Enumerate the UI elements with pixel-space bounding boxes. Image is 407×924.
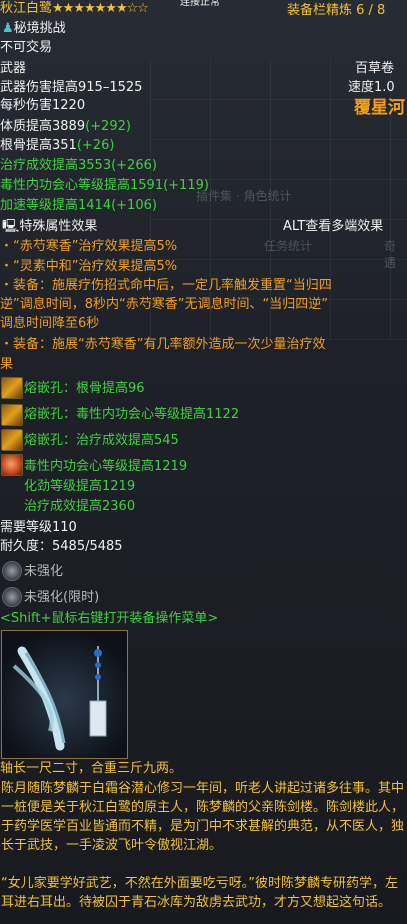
item-tooltip: 插件集 · 角色统计 任务统计 奇遇 秋江白鹭★★★★★★★☆☆ 连接正常 装备… (0, 0, 407, 924)
item-name: 秋江白鹭 (0, 1, 53, 16)
socket-1: 熔嵌孔：根骨提高96 (24, 381, 145, 396)
set-name: 覆星河 (354, 98, 405, 118)
special-effect-3-line-2: 逆”调息时间，8秒内“赤芍寒香”无调息时间、“当归四逆” (0, 297, 328, 312)
special-effects-icon: 🖳 (2, 219, 20, 234)
item-type: 武器 (0, 61, 27, 76)
socket-gem-icon (1, 377, 23, 399)
special-effect-4-line-2: 果 (0, 357, 14, 372)
colored-socket-1: 毒性内功会心等级提高1219 (24, 459, 188, 474)
connection-status: 连接正常 (180, 0, 220, 8)
enhance-timed-status: 未强化(限时) (24, 590, 100, 605)
item-portrait (1, 630, 128, 759)
stat-vitality-bonus: (+292) (85, 119, 131, 134)
socket-gem-icon (1, 404, 23, 426)
alt-view-hint: ALT查看多端效果 (283, 219, 384, 234)
special-effect-3-line-1: ・装备：施展疗伤招式命中后，一定几率触发重置“当归四 (0, 278, 332, 293)
attack-speed: 速度1.0 (348, 80, 395, 95)
stat-haste: 加速等级提高1414 (0, 198, 112, 213)
stat-heal: 治疗成效提高3553 (0, 158, 112, 173)
enhance-icon (2, 561, 22, 581)
stat-crit: 毒性内功会心等级提高1591 (0, 178, 164, 193)
stat-heal-bonus: (+266) (111, 158, 157, 173)
special-effects-title: 特殊属性效果 (19, 219, 98, 234)
special-effect-4-line-1: ・装备：施展“赤芍寒香”有几率额外造成一次少量治疗效 (0, 337, 326, 352)
dps: 每秒伤害1220 (0, 98, 86, 113)
weapon-damage: 武器伤害提高915–1525 (0, 80, 143, 95)
enhance-status: 未强化 (24, 564, 64, 579)
colored-socket-3: 治疗成效提高2360 (24, 499, 136, 514)
background-more-label: 奇遇 (384, 239, 397, 270)
durability: 耐久度：5485/5485 (0, 539, 123, 554)
source-tag: 秘境挑战 (13, 21, 66, 36)
lore-paragraph-2: “女儿家要学好武艺，不然在外面要吃亏呀。”彼时陈梦麟专研药学，左耳进右耳出。待被… (1, 876, 398, 910)
special-effect-3-line-3: 调息时间降至6秒 (0, 316, 100, 331)
stat-spirit: 根骨提高351 (0, 138, 77, 153)
flute-weapon-icon (12, 646, 107, 751)
shift-menu-hint: <Shift+鼠标右键打开装备操作菜单> (0, 611, 219, 626)
quality-stars: ★★★★★★★☆☆ (52, 1, 149, 16)
required-level: 需要等级110 (0, 520, 77, 535)
special-effect-2: ・“灵素中和”治疗效果提高5% (0, 259, 178, 274)
lore-paragraph-1: 陈月随陈梦麟于白霜谷潜心修习一年间，听老人讲起过诸多往事。其中一桩便是关于秋江白… (1, 781, 405, 853)
refine-level: 装备栏精炼 6 / 8 (287, 3, 386, 18)
background-task-label: 任务统计 (264, 239, 313, 253)
background-plugin-label: 插件集 · 角色统计 (196, 189, 292, 203)
stat-vitality: 体质提高3889 (0, 119, 86, 134)
enhance-icon (2, 587, 22, 607)
source-icon: ♟ (2, 21, 14, 36)
socket-2: 熔嵌孔：毒性内功会心等级提高1122 (24, 407, 240, 422)
stat-haste-bonus: (+106) (111, 198, 157, 213)
stat-crit-bonus: (+119) (163, 178, 209, 193)
colored-socket-2: 化劲等级提高1219 (24, 479, 136, 494)
item-sect: 百草卷 (355, 61, 395, 76)
lore-size: 轴长一尺二寸，合重三斤九两。 (0, 761, 183, 776)
bind-status: 不可交易 (0, 40, 53, 55)
stat-spirit-bonus: (+26) (76, 138, 115, 153)
colored-gem-icon (1, 454, 23, 476)
socket-gem-icon (1, 429, 23, 451)
socket-3: 熔嵌孔：治疗成效提高545 (24, 433, 179, 448)
special-effect-1: ・“赤芍寒香”治疗效果提高5% (0, 239, 178, 254)
